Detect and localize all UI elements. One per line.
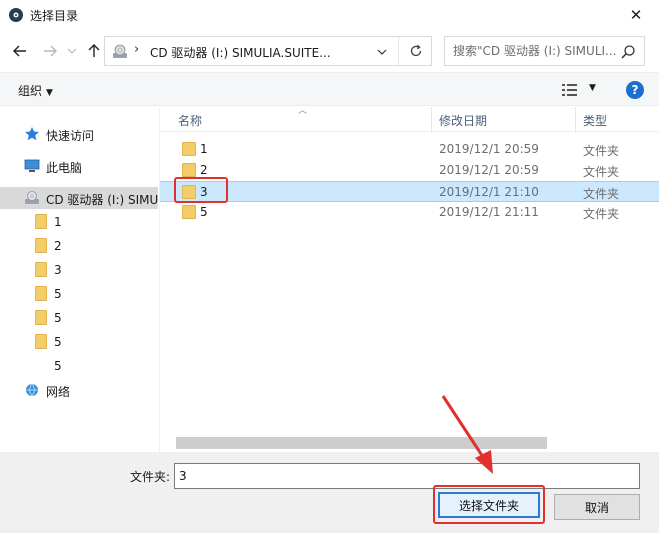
recent-locations-button[interactable] [62, 41, 82, 61]
view-dropdown-icon[interactable]: ▼ [589, 83, 596, 93]
file-row[interactable]: 2 2019/12/1 20:59 文件夹 [160, 160, 659, 181]
highlight-box [433, 485, 545, 524]
arrow-up-icon [88, 44, 100, 57]
up-button[interactable] [84, 41, 104, 61]
chevron-down-icon [377, 49, 387, 55]
help-icon[interactable]: ? [626, 81, 644, 99]
cancel-button[interactable]: 取消 [554, 494, 640, 520]
forward-button[interactable] [40, 41, 60, 61]
sidebar-item-label: 1 [54, 215, 62, 229]
sidebar-item-label: 5 [54, 287, 62, 301]
sidebar-item-label: 5 [54, 335, 62, 349]
dialog-footer: 文件夹: 选择文件夹 取消 [0, 452, 659, 533]
sidebar-item-network[interactable]: 网络 [0, 379, 158, 401]
horizontal-scrollbar[interactable] [176, 437, 547, 449]
command-bar: 组织 ▼ ▼ ? [0, 72, 659, 106]
file-list: ︿ 名称 修改日期 类型 1 2019/12/1 20:59 文件夹 2 201… [160, 106, 659, 452]
address-bar[interactable]: › CD 驱动器 (I:) SIMULIA.SUITE... [104, 36, 432, 66]
sidebar-item-label: 快速访问 [46, 129, 95, 143]
sidebar-item-folder-1[interactable]: 1 [0, 211, 158, 233]
file-row-selected[interactable]: 3 2019/12/1 21:10 文件夹 [160, 181, 659, 202]
folder-input[interactable] [174, 463, 640, 489]
sidebar-item-this-pc[interactable]: 此电脑 [0, 155, 158, 177]
path-separator: › [134, 42, 140, 57]
file-name: 5 [200, 205, 208, 219]
sidebar-item-label: 5 [54, 311, 62, 325]
file-date: 2019/12/1 21:11 [439, 205, 539, 219]
cancel-label: 取消 [584, 500, 609, 515]
folder-icon [182, 163, 196, 177]
file-type: 文件夹 [583, 207, 620, 221]
back-button[interactable] [10, 41, 30, 61]
sidebar-item-folder-2[interactable]: 2 [0, 235, 158, 257]
cd-drive-icon [25, 191, 39, 204]
sidebar-item-cd-drive[interactable]: CD 驱动器 (I:) SIMU [0, 187, 158, 209]
navigation-bar: › CD 驱动器 (I:) SIMULIA.SUITE... [0, 30, 659, 72]
organize-label: 组织 [18, 84, 43, 98]
file-row[interactable]: 5 2019/12/1 21:11 文件夹 [160, 202, 659, 223]
sidebar-item-folder-3[interactable]: 3 [0, 259, 158, 281]
window-title: 选择目录 [30, 9, 79, 23]
arrow-right-icon [44, 45, 57, 57]
file-type: 文件夹 [583, 165, 620, 179]
sidebar-item-label: 3 [54, 263, 62, 277]
sidebar-item-quick-access[interactable]: 快速访问 [0, 123, 158, 145]
arrow-left-icon [13, 45, 26, 57]
highlight-box [174, 177, 228, 203]
file-date: 2019/12/1 20:59 [439, 163, 539, 177]
sidebar-item-folder-5[interactable]: 5 [0, 283, 158, 305]
sidebar-item-label: 2 [54, 239, 62, 253]
file-date: 2019/12/1 21:10 [439, 185, 539, 199]
sidebar-item-folder-5[interactable]: 5 [0, 307, 158, 329]
column-divider[interactable] [575, 107, 576, 132]
cd-drive-icon [113, 44, 127, 58]
sort-ascending-icon: ︿ [298, 106, 308, 116]
search-icon [621, 45, 635, 59]
address-dropdown-button[interactable] [373, 43, 391, 61]
folder-icon [35, 286, 47, 301]
column-header-type[interactable]: 类型 [583, 112, 607, 129]
sidebar-item-label: 此电脑 [46, 161, 83, 175]
search-input[interactable] [453, 43, 618, 59]
chevron-down-icon [67, 48, 77, 54]
refresh-icon [410, 44, 421, 57]
file-type: 文件夹 [583, 187, 620, 201]
sidebar-item-folder-5[interactable]: 5 [0, 331, 158, 353]
title-bar: 选择目录 ✕ [0, 0, 659, 30]
folder-icon [35, 214, 47, 229]
column-header-name[interactable]: 名称 [178, 112, 202, 129]
folder-icon [35, 262, 47, 277]
address-path[interactable]: CD 驱动器 (I:) SIMULIA.SUITE... [150, 44, 331, 61]
close-icon: ✕ [629, 6, 643, 24]
file-date: 2019/12/1 20:59 [439, 142, 539, 156]
folder-label: 文件夹: [130, 470, 171, 484]
view-options-icon[interactable] [562, 83, 578, 97]
column-divider[interactable] [431, 107, 432, 132]
network-icon [26, 383, 38, 397]
quick-access-star-icon [25, 127, 39, 141]
file-row[interactable]: 1 2019/12/1 20:59 文件夹 [160, 139, 659, 160]
caret-down-icon: ▼ [46, 88, 53, 98]
column-headers: ︿ 名称 修改日期 类型 [160, 106, 659, 132]
organize-menu[interactable]: 组织 ▼ [18, 82, 53, 99]
folder-icon [182, 205, 196, 219]
file-type: 文件夹 [583, 144, 620, 158]
app-icon [9, 8, 23, 22]
folder-icon [35, 310, 47, 325]
close-button[interactable]: ✕ [613, 0, 659, 30]
folder-icon [35, 334, 47, 349]
sidebar-item-folder-5[interactable]: 5 [0, 355, 158, 377]
sidebar-item-label: 网络 [46, 385, 71, 399]
folder-icon [182, 142, 196, 156]
sidebar-item-label: 5 [54, 359, 62, 373]
file-name: 2 [200, 163, 208, 177]
file-name: 1 [200, 142, 208, 156]
folder-icon [35, 238, 47, 253]
sidebar-item-label: CD 驱动器 (I:) SIMU [46, 193, 159, 207]
navigation-pane: 快速访问 此电脑 CD 驱动器 (I:) SIMU 1 2 3 5 5 5 5 … [0, 107, 160, 452]
column-header-date[interactable]: 修改日期 [439, 112, 487, 129]
refresh-button[interactable] [398, 37, 432, 65]
search-box[interactable] [444, 36, 645, 66]
this-pc-icon [24, 159, 40, 172]
